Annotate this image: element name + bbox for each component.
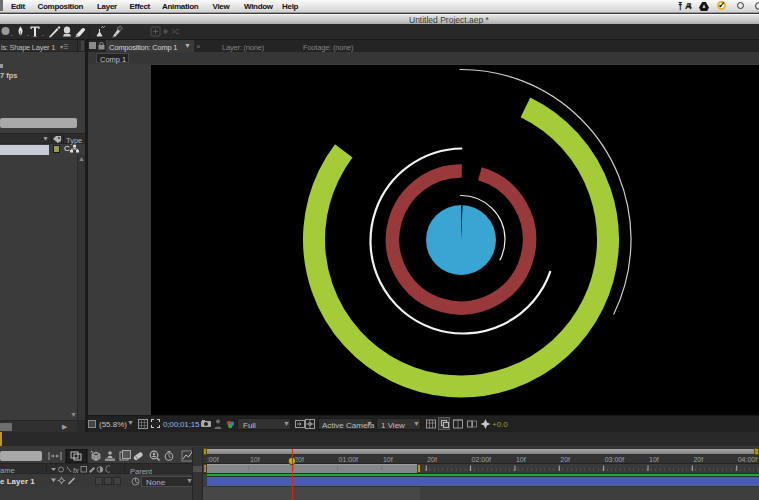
svg-text:fx: fx <box>73 467 79 474</box>
